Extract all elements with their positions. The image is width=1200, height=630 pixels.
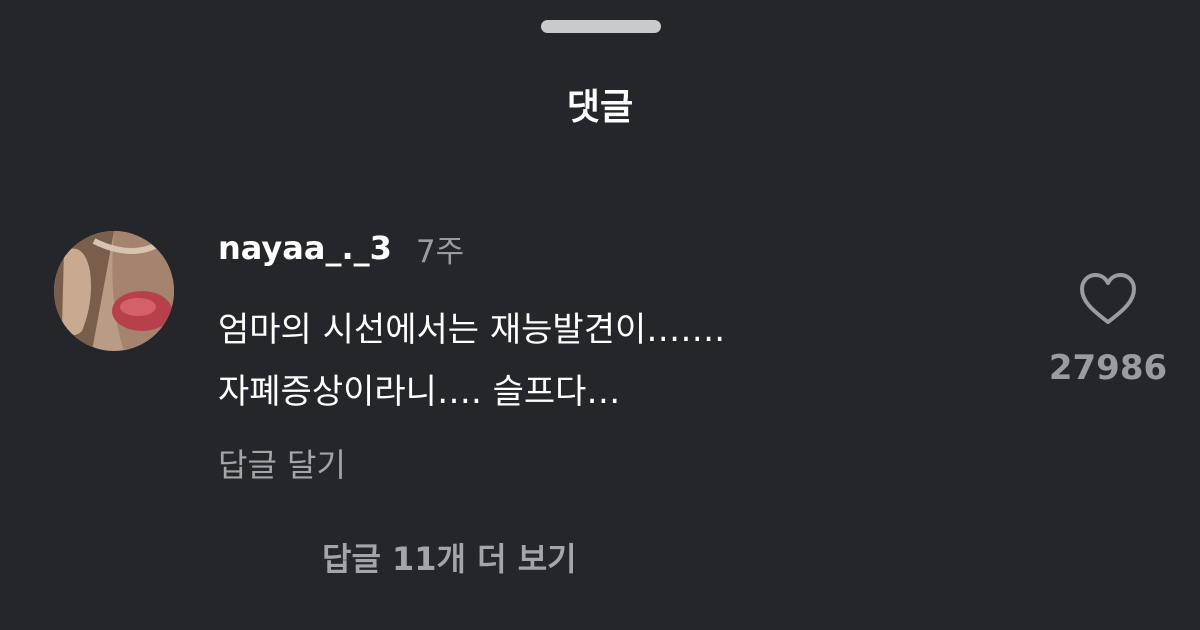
heart-outline-icon bbox=[1080, 273, 1136, 324]
sheet-title: 댓글 bbox=[566, 87, 634, 128]
comment-text-line-2: 자폐증상이라니…. 슬프다… bbox=[218, 372, 621, 412]
reply-button[interactable]: 답글 달기 bbox=[218, 443, 346, 487]
drag-handle[interactable] bbox=[541, 20, 661, 33]
like-button[interactable] bbox=[1078, 272, 1138, 326]
comment-meta: nayaa_._3 7주 bbox=[218, 226, 464, 270]
comment-timestamp: 7주 bbox=[415, 233, 465, 270]
like-count: 27986 bbox=[1048, 348, 1168, 388]
view-more-replies-button[interactable]: 답글 11개 더 보기 bbox=[322, 537, 577, 581]
comment-text-line-1: 엄마의 시선에서는 재능발견이……. bbox=[218, 310, 726, 350]
avatar-image bbox=[54, 231, 174, 351]
avatar[interactable] bbox=[54, 231, 174, 351]
comment-username[interactable]: nayaa_._3 bbox=[218, 229, 392, 267]
comments-sheet: 댓글 nayaa_._3 7주 엄마의 시선에서는 재능발견이……. 자폐증상이… bbox=[0, 0, 1200, 630]
